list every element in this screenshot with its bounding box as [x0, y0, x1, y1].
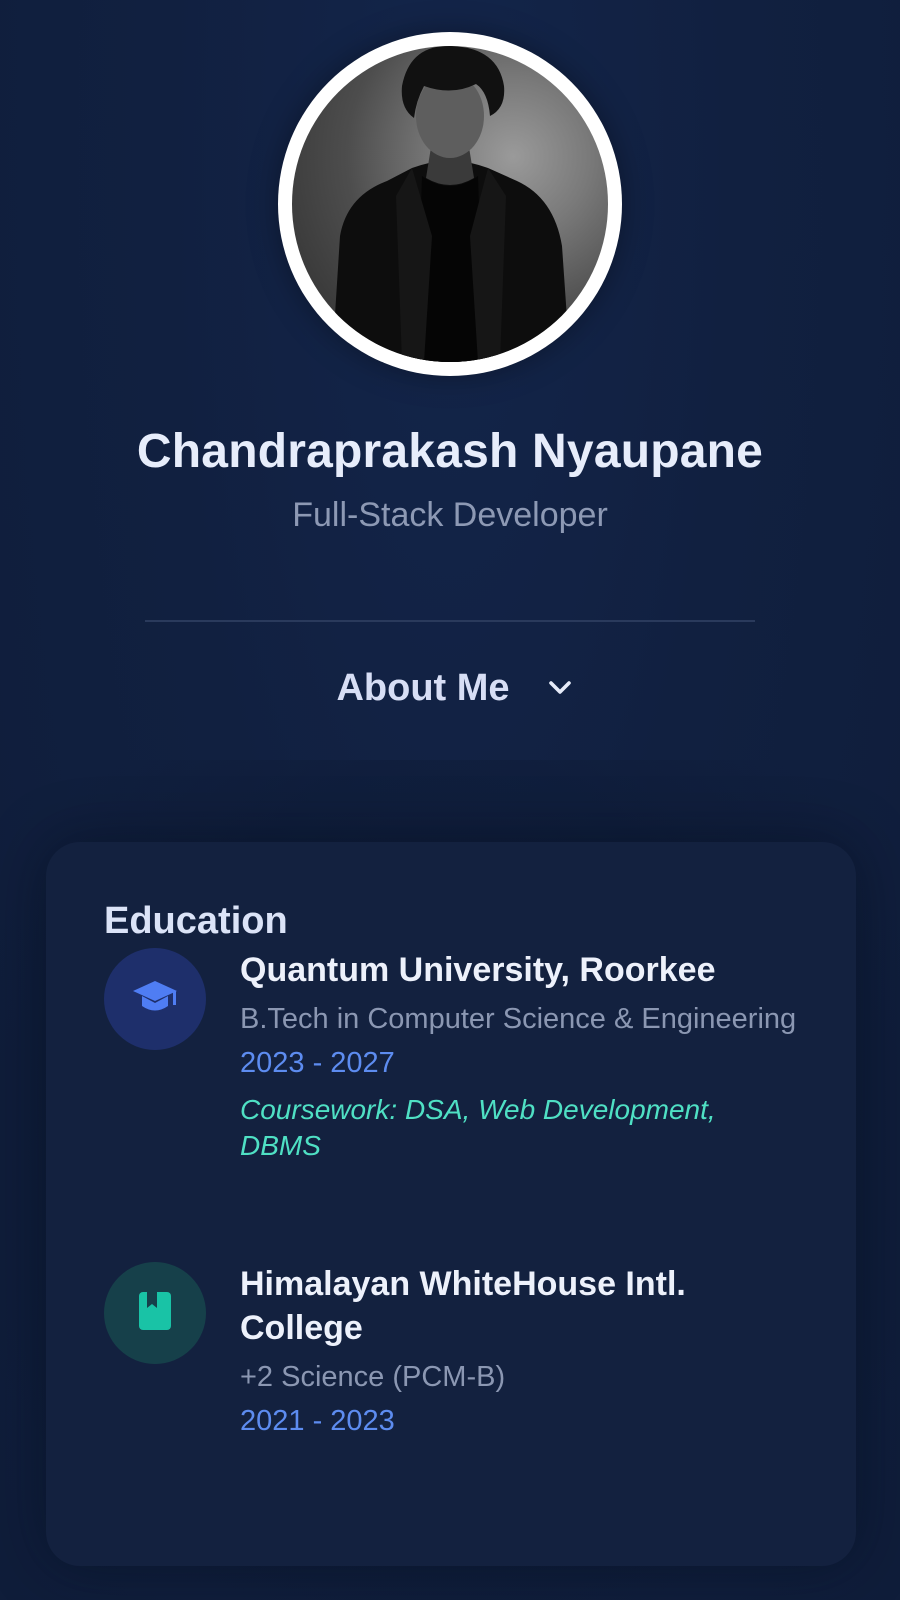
education-details: Quantum University, Roorkee B.Tech in Co… — [240, 948, 800, 1164]
school-name: Himalayan WhiteHouse Intl. College — [240, 1265, 686, 1347]
education-item: Quantum University, Roorkee B.Tech in Co… — [104, 948, 804, 1208]
profile-role: Full-Stack Developer — [292, 496, 608, 534]
degree: B.Tech in Computer Science & Engineering — [240, 1003, 797, 1035]
profile-name: Chandraprakash Nyaupane — [136, 425, 764, 478]
avatar[interactable] — [278, 32, 622, 376]
education-item: Himalayan WhiteHouse Intl. College +2 Sc… — [104, 1262, 804, 1462]
education-details: Himalayan WhiteHouse Intl. College +2 Sc… — [240, 1262, 800, 1440]
coursework: Coursework: DSA, Web Development, DBMS — [240, 1094, 716, 1161]
about-me-label: About Me — [336, 666, 510, 709]
profile-page: Chandraprakash Nyaupane Full-Stack Devel… — [0, 0, 900, 1600]
profile-photo — [292, 46, 608, 362]
education-card: Education Quantum University, Roorkee B.… — [46, 842, 856, 1566]
book-icon — [137, 1290, 173, 1337]
years: 2021 - 2023 — [240, 1405, 395, 1437]
chevron-down-icon — [546, 674, 574, 702]
graduation-cap-icon-badge — [104, 948, 206, 1050]
years: 2023 - 2027 — [240, 1047, 395, 1079]
about-me-toggle[interactable]: About Me — [310, 660, 600, 716]
book-icon-badge — [104, 1262, 206, 1364]
divider — [145, 620, 755, 622]
graduation-cap-icon — [131, 977, 179, 1022]
education-title: Education — [104, 900, 288, 942]
degree: +2 Science (PCM-B) — [240, 1361, 506, 1393]
school-name: Quantum University, Roorkee — [240, 951, 716, 989]
